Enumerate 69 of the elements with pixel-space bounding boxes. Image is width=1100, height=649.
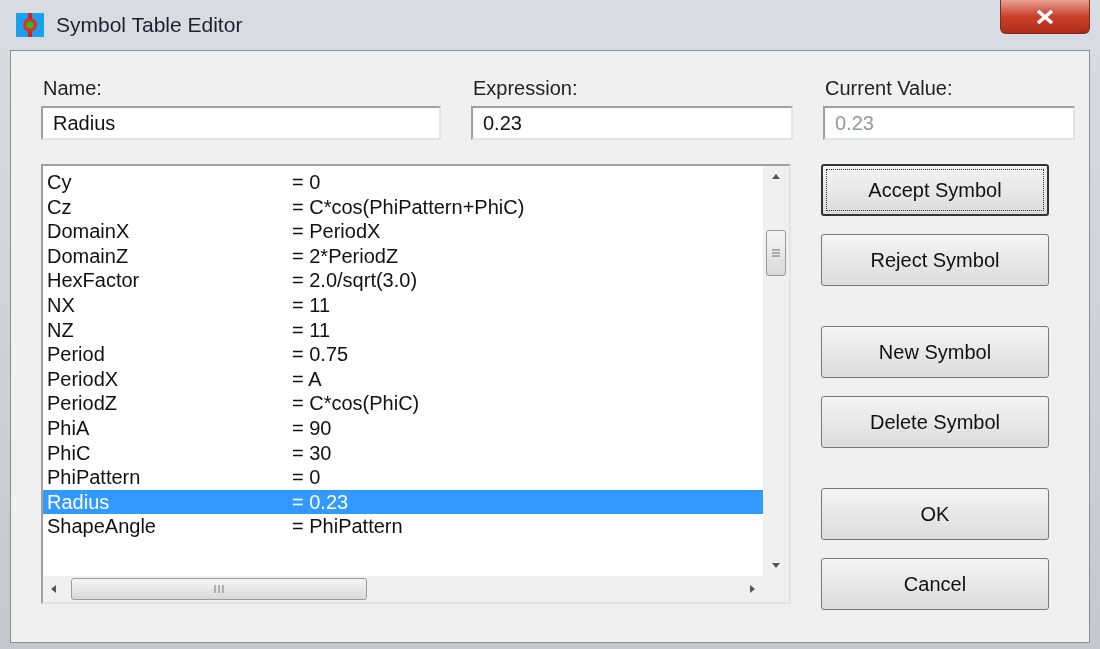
scroll-thumb[interactable]	[766, 230, 786, 276]
dialog-button[interactable]: Accept Symbol	[821, 164, 1049, 216]
app-icon	[16, 13, 44, 37]
symbol-value: = 11	[292, 292, 331, 318]
close-icon	[1036, 9, 1054, 24]
symbol-value: = 2.0/sqrt(3.0)	[292, 268, 419, 293]
symbol-name: Period	[47, 342, 106, 367]
horizontal-scrollbar[interactable]	[43, 576, 763, 602]
symbol-value: = C*cos(PhiPattern+PhiC)	[292, 194, 526, 220]
dialog-button[interactable]: Delete Symbol	[821, 396, 1049, 448]
scroll-down-icon[interactable]	[771, 562, 781, 570]
field-label: Name:	[42, 77, 103, 100]
symbol-value: = 0.75	[292, 342, 350, 367]
list-item[interactable]: Cz = C*cos(PhiPattern+PhiC)	[43, 194, 763, 220]
symbol-value: = 0	[292, 170, 322, 195]
dialog-button[interactable]: Reject Symbol	[821, 234, 1049, 286]
vertical-scrollbar[interactable]	[763, 166, 789, 576]
symbol-value: = 11	[292, 317, 331, 343]
scroll-up-icon[interactable]	[771, 172, 781, 180]
scroll-left-icon[interactable]	[49, 584, 57, 594]
close-button[interactable]	[1000, 0, 1090, 34]
list-item[interactable]: ShapeAngle = PhiPattern	[43, 514, 763, 539]
symbol-name: PhiPattern	[47, 465, 142, 490]
list-item[interactable]: DomainZ = 2*PeriodZ	[43, 243, 763, 269]
symbol-value: = 2*PeriodZ	[292, 243, 400, 269]
list-item[interactable]: PeriodZ = C*cos(PhiC)	[43, 391, 763, 416]
symbol-value: = 90	[292, 415, 333, 441]
list-item[interactable]: PhiC = 30	[43, 440, 763, 466]
text-field[interactable]: 0.23	[471, 106, 793, 140]
text-field[interactable]: Radius	[41, 106, 441, 140]
symbol-name: PhiA	[47, 415, 91, 441]
list-item[interactable]: PeriodX = A	[43, 366, 763, 392]
window-title: Symbol Table Editor	[56, 13, 243, 37]
symbol-name: DomainX	[47, 219, 131, 244]
dialog-button[interactable]: Cancel	[821, 558, 1049, 610]
grip-icon	[772, 249, 780, 257]
list-item[interactable]: HexFactor = 2.0/sqrt(3.0)	[43, 268, 763, 293]
dialog-button[interactable]: New Symbol	[821, 326, 1049, 378]
symbol-name: ShapeAngle	[47, 514, 157, 539]
field-label: Expression:	[472, 77, 579, 100]
symbol-name: Cz	[47, 194, 73, 220]
symbol-value: = A	[292, 366, 323, 392]
symbol-value: = C*cos(PhiC)	[292, 391, 421, 416]
symbol-name: Cy	[47, 170, 73, 195]
symbol-value: = PhiPattern	[292, 514, 404, 539]
symbol-name: NZ	[47, 317, 75, 343]
list-item[interactable]: Period = 0.75	[43, 342, 763, 367]
symbol-value: = 0	[292, 465, 322, 490]
symbol-name: PeriodZ	[47, 391, 119, 416]
symbol-name: HexFactor	[47, 268, 141, 293]
field-label: Current Value:	[824, 77, 954, 100]
symbol-value: = 30	[292, 440, 333, 466]
list-item[interactable]: PhiPattern = 0	[43, 465, 763, 490]
symbol-name: PhiC	[47, 440, 92, 466]
list-item[interactable]: DomainX = PeriodX	[43, 219, 763, 244]
symbol-value: = PeriodX	[292, 219, 382, 244]
symbol-name: Radius	[47, 489, 111, 515]
symbol-name: NX	[47, 292, 76, 318]
list-item[interactable]: NZ = 11	[43, 317, 763, 343]
dialog-button[interactable]: OK	[821, 488, 1049, 540]
scroll-right-icon[interactable]	[749, 584, 757, 594]
grip-icon	[214, 585, 224, 593]
list-item[interactable]: Cy = 0	[43, 170, 763, 195]
symbol-name: PeriodX	[47, 366, 120, 392]
list-item[interactable]: NX = 11	[43, 292, 763, 318]
symbol-name: DomainZ	[47, 243, 130, 269]
scroll-thumb[interactable]	[71, 578, 367, 600]
symbol-value: = 0.23	[292, 489, 350, 515]
list-item[interactable]: PhiA = 90	[43, 415, 763, 441]
